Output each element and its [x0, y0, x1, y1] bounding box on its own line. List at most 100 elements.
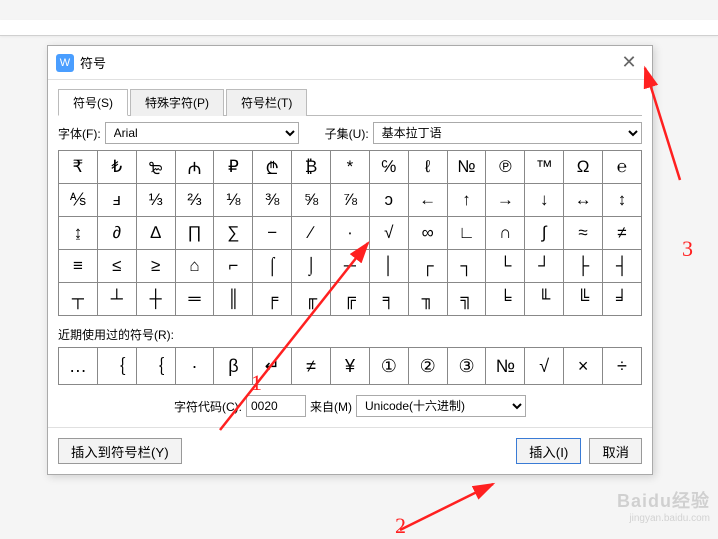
symbol-cell[interactable]: ₽ [214, 151, 253, 184]
symbol-cell[interactable]: ₹ [59, 151, 98, 184]
symbol-cell[interactable]: ═ [176, 283, 215, 316]
symbol-cell[interactable]: √ [370, 217, 409, 250]
symbol-cell[interactable]: ↓ [525, 184, 564, 217]
symbol-cell[interactable]: ┬ [59, 283, 98, 316]
symbol-cell[interactable]: ₿ [292, 151, 331, 184]
symbol-cell[interactable]: ╕ [370, 283, 409, 316]
symbol-cell[interactable]: ⌂ [176, 250, 215, 283]
symbol-cell[interactable]: ╗ [448, 283, 487, 316]
insert-button[interactable]: 插入(I) [516, 438, 581, 464]
symbol-cell[interactable]: ─ [331, 250, 370, 283]
symbol-cell[interactable]: ⌡ [292, 250, 331, 283]
recent-cell[interactable]: ÷ [603, 348, 642, 384]
tab-symbols[interactable]: 符号(S) [58, 89, 128, 116]
symbol-cell[interactable]: ╘ [486, 283, 525, 316]
symbol-cell[interactable]: ℓ [409, 151, 448, 184]
symbol-cell[interactable]: ₺ [98, 151, 137, 184]
symbol-cell[interactable]: ₾ [253, 151, 292, 184]
symbol-cell[interactable]: ≡ [59, 250, 98, 283]
symbol-cell[interactable]: ∕ [292, 217, 331, 250]
symbol-cell[interactable]: ℅ [370, 151, 409, 184]
symbol-cell[interactable]: ≠ [603, 217, 642, 250]
symbol-cell[interactable]: ⌐ [214, 250, 253, 283]
symbol-cell[interactable]: └ [486, 250, 525, 283]
symbol-cell[interactable]: − [253, 217, 292, 250]
recent-cell[interactable]: ① [370, 348, 409, 384]
symbol-cell[interactable]: Ω [564, 151, 603, 184]
symbol-cell[interactable]: ╙ [525, 283, 564, 316]
symbol-cell[interactable]: ↄ [370, 184, 409, 217]
symbol-cell[interactable]: ⌠ [253, 250, 292, 283]
symbol-cell[interactable]: ↑ [448, 184, 487, 217]
symbol-cell[interactable]: ∫ [525, 217, 564, 250]
symbol-cell[interactable]: ├ [564, 250, 603, 283]
insert-to-bar-button[interactable]: 插入到符号栏(Y) [58, 438, 182, 464]
symbol-cell[interactable]: ∩ [486, 217, 525, 250]
symbol-cell[interactable]: ┤ [603, 250, 642, 283]
symbol-cell[interactable]: ⅜ [253, 184, 292, 217]
recent-cell[interactable]: √ [525, 348, 564, 384]
symbol-cell[interactable]: ℗ [486, 151, 525, 184]
symbol-cell[interactable]: ₻ [137, 151, 176, 184]
symbol-cell[interactable]: ⅔ [176, 184, 215, 217]
symbol-cell[interactable]: ₼ [176, 151, 215, 184]
symbol-cell[interactable]: ┘ [525, 250, 564, 283]
symbol-cell[interactable]: → [486, 184, 525, 217]
recent-cell[interactable]: β [214, 348, 253, 384]
symbol-cell[interactable]: ┼ [137, 283, 176, 316]
symbol-cell[interactable]: ┐ [448, 250, 487, 283]
symbol-cell[interactable]: ™ [525, 151, 564, 184]
symbol-cell[interactable]: │ [370, 250, 409, 283]
recent-cell[interactable]: ｛ [137, 348, 176, 384]
cancel-button[interactable]: 取消 [589, 438, 642, 464]
symbol-cell[interactable]: ⅎ [98, 184, 137, 217]
recent-cell[interactable]: ¥ [331, 348, 370, 384]
tab-symbol-bar[interactable]: 符号栏(T) [226, 89, 307, 116]
close-button[interactable]: ✕ [614, 48, 644, 78]
symbol-cell[interactable]: ┌ [409, 250, 448, 283]
subset-select[interactable]: 基本拉丁语 [373, 122, 642, 144]
symbol-cell[interactable]: ║ [214, 283, 253, 316]
recent-cell[interactable]: · [176, 348, 215, 384]
symbol-cell[interactable]: ⅓ [137, 184, 176, 217]
symbol-cell[interactable]: ⅞ [331, 184, 370, 217]
symbol-cell[interactable]: ∞ [409, 217, 448, 250]
symbol-cell[interactable]: ← [409, 184, 448, 217]
recent-cell[interactable]: ｛ [98, 348, 137, 384]
symbol-cell[interactable]: ┴ [98, 283, 137, 316]
symbol-cell[interactable]: ╚ [564, 283, 603, 316]
symbol-cell[interactable]: ↨ [59, 217, 98, 250]
recent-cell[interactable]: ② [409, 348, 448, 384]
symbol-cell[interactable]: ⅝ [292, 184, 331, 217]
symbol-cell[interactable]: ╛ [603, 283, 642, 316]
symbol-cell[interactable]: ╓ [292, 283, 331, 316]
recent-cell[interactable]: × [564, 348, 603, 384]
symbol-cell[interactable]: ∟ [448, 217, 487, 250]
symbol-cell[interactable]: ↔ [564, 184, 603, 217]
symbol-cell[interactable]: ≤ [98, 250, 137, 283]
symbol-cell[interactable]: ╔ [331, 283, 370, 316]
recent-cell[interactable]: … [59, 348, 98, 384]
symbol-cell[interactable]: ╖ [409, 283, 448, 316]
char-code-input[interactable] [246, 395, 306, 417]
font-select[interactable]: Arial [105, 122, 299, 144]
recent-cell[interactable]: ③ [448, 348, 487, 384]
symbol-cell[interactable]: ≈ [564, 217, 603, 250]
symbol-cell[interactable]: № [448, 151, 487, 184]
symbol-cell[interactable]: ∂ [98, 217, 137, 250]
symbol-cell[interactable]: ⅛ [214, 184, 253, 217]
recent-cell[interactable]: № [486, 348, 525, 384]
symbol-cell[interactable]: ∙ [331, 217, 370, 250]
symbol-cell[interactable]: ≥ [137, 250, 176, 283]
symbol-cell[interactable]: ⅍ [59, 184, 98, 217]
symbol-cell[interactable]: ℮ [603, 151, 642, 184]
symbol-cell[interactable]: ∆ [137, 217, 176, 250]
symbol-cell[interactable]: ∑ [214, 217, 253, 250]
symbol-cell[interactable]: ╒ [253, 283, 292, 316]
symbol-cell[interactable]: ↕ [603, 184, 642, 217]
from-select[interactable]: Unicode(十六进制) [356, 395, 526, 417]
symbol-cell[interactable]: * [331, 151, 370, 184]
recent-cell[interactable]: ≠ [292, 348, 331, 384]
symbol-cell[interactable]: ∏ [176, 217, 215, 250]
tab-special-chars[interactable]: 特殊字符(P) [130, 89, 224, 116]
